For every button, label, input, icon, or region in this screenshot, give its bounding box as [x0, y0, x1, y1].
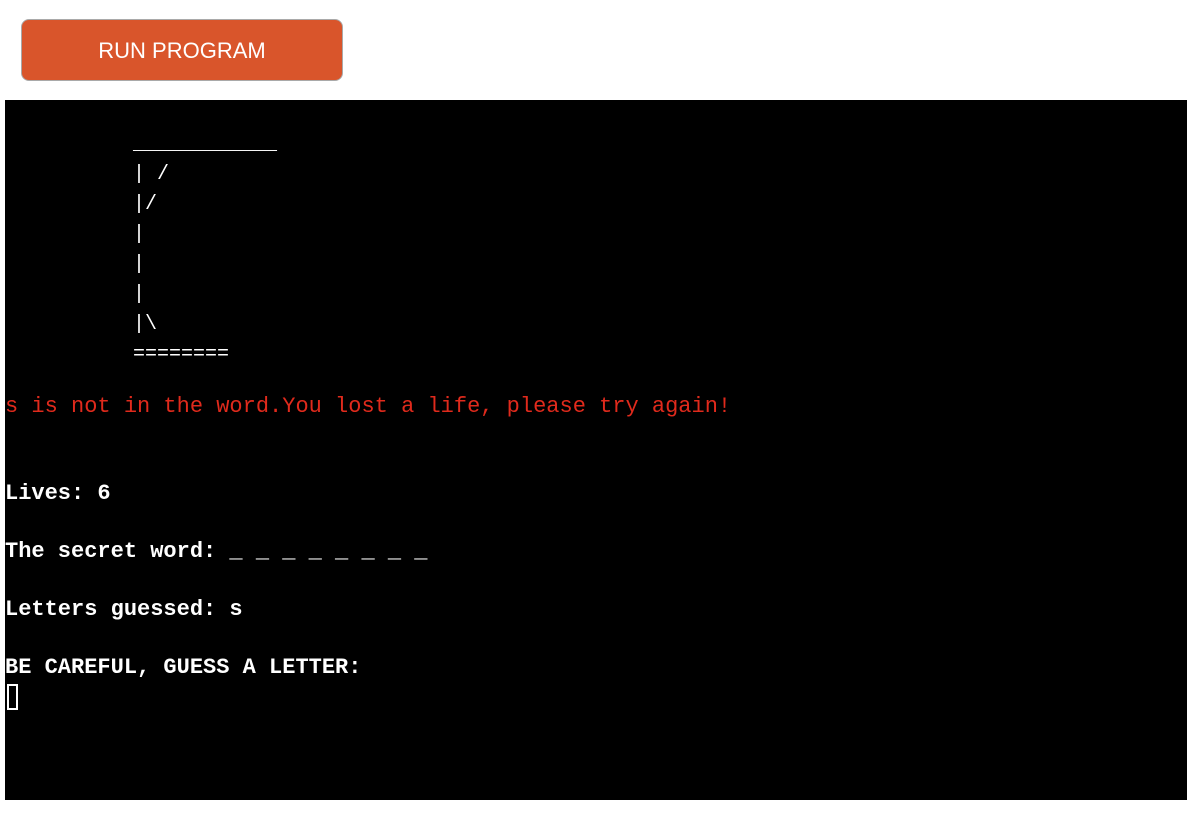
- secret-word-display: The secret word: _ _ _ _ _ _ _ _: [5, 539, 428, 564]
- guess-prompt: BE CAREFUL, GUESS A LETTER:: [5, 655, 362, 680]
- terminal-input-cursor[interactable]: [7, 684, 18, 710]
- lives-counter: Lives: 6: [5, 481, 111, 506]
- terminal-window[interactable]: ____________ | / |/ | | | |\ ======== s …: [5, 100, 1187, 800]
- letters-guessed-display: Letters guessed: s: [5, 597, 243, 622]
- error-message: s is not in the word.You lost a life, pl…: [5, 394, 732, 419]
- hangman-gallows-ascii-art: ____________ | / |/ | | | |\ ========: [133, 133, 278, 366]
- run-program-button[interactable]: RUN PROGRAM: [21, 19, 343, 81]
